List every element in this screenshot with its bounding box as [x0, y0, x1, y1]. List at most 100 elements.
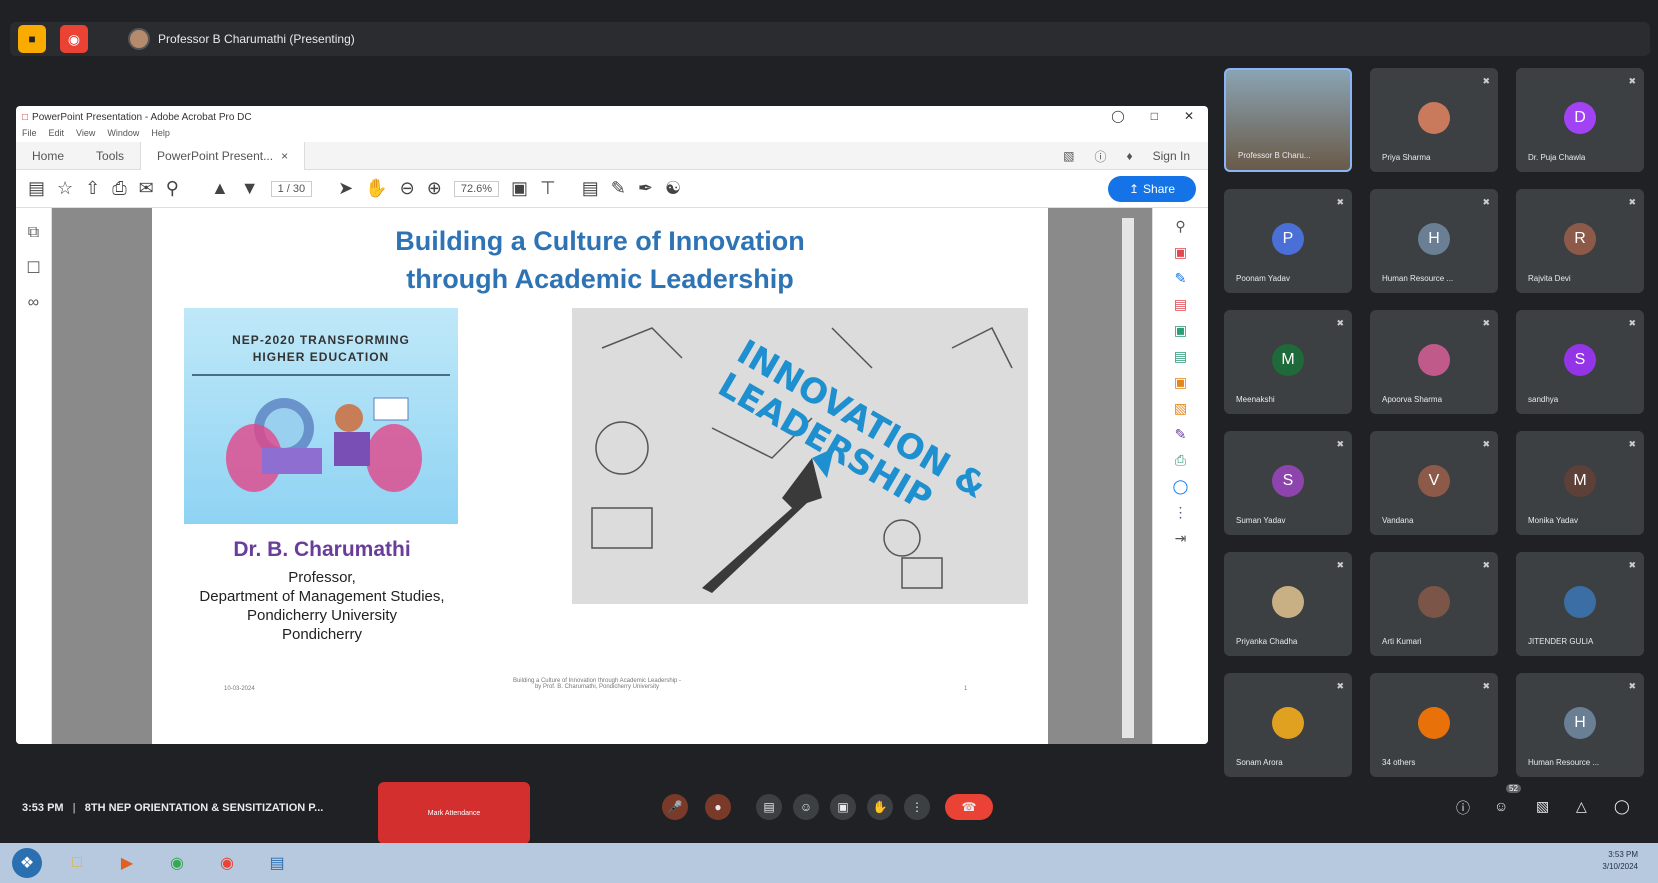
app-window-icon[interactable]: ▤ [262, 848, 292, 878]
upload-icon[interactable]: ⇧ [85, 178, 100, 199]
tab-tools[interactable]: Tools [80, 142, 140, 170]
edit-pdf-icon[interactable]: ✎ [1153, 270, 1208, 286]
prev-page-icon[interactable]: ▲ [211, 178, 229, 199]
emoji-icon[interactable]: ☺ [793, 794, 819, 820]
participant-tile[interactable]: ✖ D Dr. Puja Chawla [1516, 68, 1644, 172]
zoom-select[interactable]: 72.6% [453, 180, 500, 197]
participant-tile[interactable]: ✖ P Poonam Yadav [1224, 189, 1352, 293]
share-button[interactable]: ↥ Share [1108, 176, 1196, 202]
app-logo-icon[interactable]: ■ [18, 25, 46, 53]
comment-icon[interactable]: ▧ [1063, 149, 1074, 163]
protect-icon[interactable]: ◯ [1153, 478, 1208, 494]
bookmark-icon[interactable]: ☐ [16, 258, 51, 278]
participant-tile[interactable]: ✖ V Vandana [1370, 431, 1498, 535]
participant-tile[interactable]: ✖ Priya Sharma [1370, 68, 1498, 172]
participant-tile[interactable]: ✖ R Rajvita Devi [1516, 189, 1644, 293]
participant-tile[interactable]: ✖ M Meenakshi [1224, 310, 1352, 414]
menu-view[interactable]: View [76, 128, 95, 142]
menu-file[interactable]: File [22, 128, 37, 142]
maximize-icon[interactable]: □ [1151, 109, 1158, 123]
star-icon[interactable]: ☆ [57, 178, 73, 199]
media-player-icon[interactable]: ▶ [112, 848, 142, 878]
pen-icon[interactable]: ✎ [611, 178, 626, 199]
menu-edit[interactable]: Edit [49, 128, 65, 142]
sign-in-link[interactable]: Sign In [1153, 149, 1190, 163]
chat-icon[interactable]: ▧ [1536, 798, 1549, 815]
bell-icon[interactable]: ♦ [1127, 149, 1133, 163]
combine-files-icon[interactable]: ▣ [1153, 322, 1208, 338]
menu-help[interactable]: Help [151, 128, 170, 142]
print-production-icon[interactable]: ⎙ [1153, 452, 1208, 468]
file-explorer-icon[interactable]: □ [62, 848, 92, 878]
participant-tile[interactable]: ✖ H Human Resource ... [1516, 673, 1644, 777]
comment-panel-icon[interactable]: ▧ [1153, 400, 1208, 416]
more-options-icon[interactable]: ⋮ [904, 794, 930, 820]
participant-tile[interactable]: ✖ S Suman Yadav [1224, 431, 1352, 535]
organize-pages-icon[interactable]: ▤ [1153, 348, 1208, 364]
minimize-icon[interactable]: ◯ [1111, 109, 1124, 123]
camera-toggle-icon[interactable]: ● [705, 794, 731, 820]
more-tools-icon[interactable]: ⋮ [1153, 504, 1208, 520]
expand-panel-icon[interactable]: ⇥ [1153, 530, 1208, 546]
start-button-icon[interactable]: ❖ [12, 848, 42, 878]
hand-icon[interactable]: ✋ [365, 178, 387, 199]
stamp-icon[interactable]: ☯ [665, 178, 681, 199]
mark-attendance-button[interactable]: Mark Attendance [378, 782, 530, 844]
close-icon[interactable]: ✕ [1184, 109, 1194, 123]
page-indicator[interactable]: 1 / 30 [270, 180, 313, 197]
scroll-mode-icon[interactable]: ⊤ [540, 178, 556, 199]
avatar [1564, 586, 1596, 618]
zoom-in-icon[interactable]: ⊕ [427, 178, 442, 199]
help-icon[interactable]: ⓘ [1095, 148, 1107, 165]
participant-tile[interactable]: ✖ M Monika Yadav [1516, 431, 1644, 535]
participant-tile[interactable]: ✖ 34 others [1370, 673, 1498, 777]
tab-home[interactable]: Home [16, 142, 80, 170]
fit-page-icon[interactable]: ▣ [511, 178, 528, 199]
share-icon: ↥ [1128, 182, 1140, 196]
cursor-icon[interactable]: ➤ [338, 178, 353, 199]
participant-tile[interactable]: ✖ JITENDER GULIA [1516, 552, 1644, 656]
comment-tool-icon[interactable]: ▤ [582, 178, 599, 199]
people-icon[interactable]: ☺ [1494, 798, 1508, 814]
participant-tile[interactable]: ✖ Priyanka Chadha [1224, 552, 1352, 656]
next-page-icon[interactable]: ▼ [241, 178, 259, 199]
attachment-icon[interactable]: ∞ [16, 294, 51, 312]
presenter-indicator: Professor B Charumathi (Presenting) [128, 27, 355, 51]
request-sign-icon[interactable]: ✎ [1153, 426, 1208, 442]
tab-document[interactable]: PowerPoint Present... × [140, 141, 306, 170]
mail-icon[interactable]: ✉ [139, 178, 154, 199]
mic-toggle-icon[interactable]: 🎤 [662, 794, 688, 820]
fill-sign-icon[interactable]: ▣ [1153, 374, 1208, 390]
zoom-out-icon[interactable]: ⊖ [400, 178, 415, 199]
host-controls-icon[interactable]: ◯ [1614, 798, 1630, 815]
search-icon[interactable]: ⚲ [166, 178, 179, 199]
tab-close-icon[interactable]: × [281, 149, 288, 163]
sign-icon[interactable]: ✒ [638, 178, 653, 199]
leave-call-icon[interactable]: ☎ [945, 794, 993, 820]
print-icon[interactable]: ⎙ [112, 178, 126, 199]
footer-date: 10-03-2024 [224, 686, 255, 692]
shared-acrobat-window: □ PowerPoint Presentation - Adobe Acroba… [16, 106, 1208, 744]
zoom-tool-icon[interactable]: ⚲ [1153, 218, 1208, 234]
participant-tile[interactable]: ✖ H Human Resource ... [1370, 189, 1498, 293]
menu-window[interactable]: Window [107, 128, 139, 142]
chrome-icon[interactable]: ◉ [162, 848, 192, 878]
present-screen-icon[interactable]: ▣ [830, 794, 856, 820]
create-pdf-icon[interactable]: ▤ [1153, 296, 1208, 312]
participant-tile[interactable]: ✖ Ssandhya [1516, 310, 1644, 414]
participant-tile-presenter[interactable]: Professor B Charu... [1224, 68, 1352, 172]
record-icon[interactable]: ◉ [60, 25, 88, 53]
raise-hand-icon[interactable]: ✋ [867, 794, 893, 820]
vertical-scrollbar[interactable] [1122, 218, 1134, 738]
save-icon[interactable]: ▤ [28, 178, 45, 199]
participant-tile[interactable]: ✖ Sonam Arora [1224, 673, 1352, 777]
thumbnails-icon[interactable]: ⧉ [16, 224, 51, 242]
document-viewport[interactable]: Building a Culture of Innovation through… [52, 208, 1152, 744]
participant-tile[interactable]: ✖ Arti Kumari [1370, 552, 1498, 656]
meeting-details-icon[interactable]: ⓘ [1456, 798, 1470, 818]
chrome-alt-icon[interactable]: ◉ [212, 848, 242, 878]
export-pdf-icon[interactable]: ▣ [1153, 244, 1208, 260]
activities-icon[interactable]: △ [1576, 798, 1587, 815]
participant-tile[interactable]: ✖ Apoorva Sharma [1370, 310, 1498, 414]
captions-icon[interactable]: ▤ [756, 794, 782, 820]
